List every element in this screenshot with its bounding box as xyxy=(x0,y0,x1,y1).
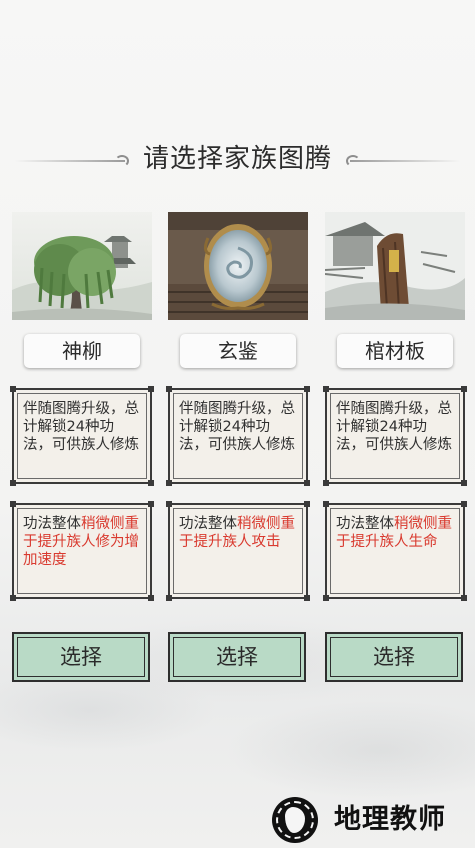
totem-description: 伴随图腾升级，总计解锁24种功法，可供族人修炼 xyxy=(323,386,467,486)
watermark-text: 地理教师 xyxy=(334,804,446,835)
totem-name: 神柳 xyxy=(24,334,140,368)
willow-tree-icon[interactable] xyxy=(12,212,152,320)
totem-option-mirror: 玄鉴 伴随图腾升级，总计解锁24种功法，可供族人修炼 功法整体稍微侧重于提升族人… xyxy=(166,212,310,682)
title-ornament-right xyxy=(346,155,460,167)
select-button[interactable]: 选择 xyxy=(12,632,150,682)
select-button[interactable]: 选择 xyxy=(325,632,463,682)
description-text: 伴随图腾升级，总计解锁24种功法，可供族人修炼 xyxy=(179,401,295,453)
mirror-icon[interactable] xyxy=(168,212,308,320)
detail-prefix: 功法整体 xyxy=(23,516,81,532)
page-title: 请选择家族图腾 xyxy=(142,144,332,174)
totem-option-coffin: 棺材板 伴随图腾升级，总计解锁24种功法，可供族人修炼 功法整体稍微侧重于提升族… xyxy=(323,212,467,682)
select-button[interactable]: 选择 xyxy=(168,632,306,682)
totem-name: 棺材板 xyxy=(337,334,453,368)
totem-detail: 功法整体稍微侧重于提升族人攻击 xyxy=(166,501,310,601)
detail-prefix: 功法整体 xyxy=(179,516,237,532)
description-text: 伴随图腾升级，总计解锁24种功法，可供族人修炼 xyxy=(23,401,139,453)
totem-detail: 功法整体稍微侧重于提升族人生命 xyxy=(323,501,467,601)
totem-option-willow: 神柳 伴随图腾升级，总计解锁24种功法，可供族人修炼 功法整体稍微侧重于提升族人… xyxy=(10,212,154,682)
description-text: 伴随图腾升级，总计解锁24种功法，可供族人修炼 xyxy=(336,401,452,453)
totem-description: 伴随图腾升级，总计解锁24种功法，可供族人修炼 xyxy=(10,386,154,486)
detail-prefix: 功法整体 xyxy=(336,516,394,532)
totem-detail: 功法整体稍微侧重于提升族人修为增加速度 xyxy=(10,501,154,601)
watermark: 地理教师 xyxy=(264,795,474,847)
title-row: 请选择家族图腾 xyxy=(0,140,475,180)
coffin-board-icon[interactable] xyxy=(325,212,465,320)
globe-seal-icon xyxy=(272,797,318,843)
totem-description: 伴随图腾升级，总计解锁24种功法，可供族人修炼 xyxy=(166,386,310,486)
totem-name: 玄鉴 xyxy=(180,334,296,368)
